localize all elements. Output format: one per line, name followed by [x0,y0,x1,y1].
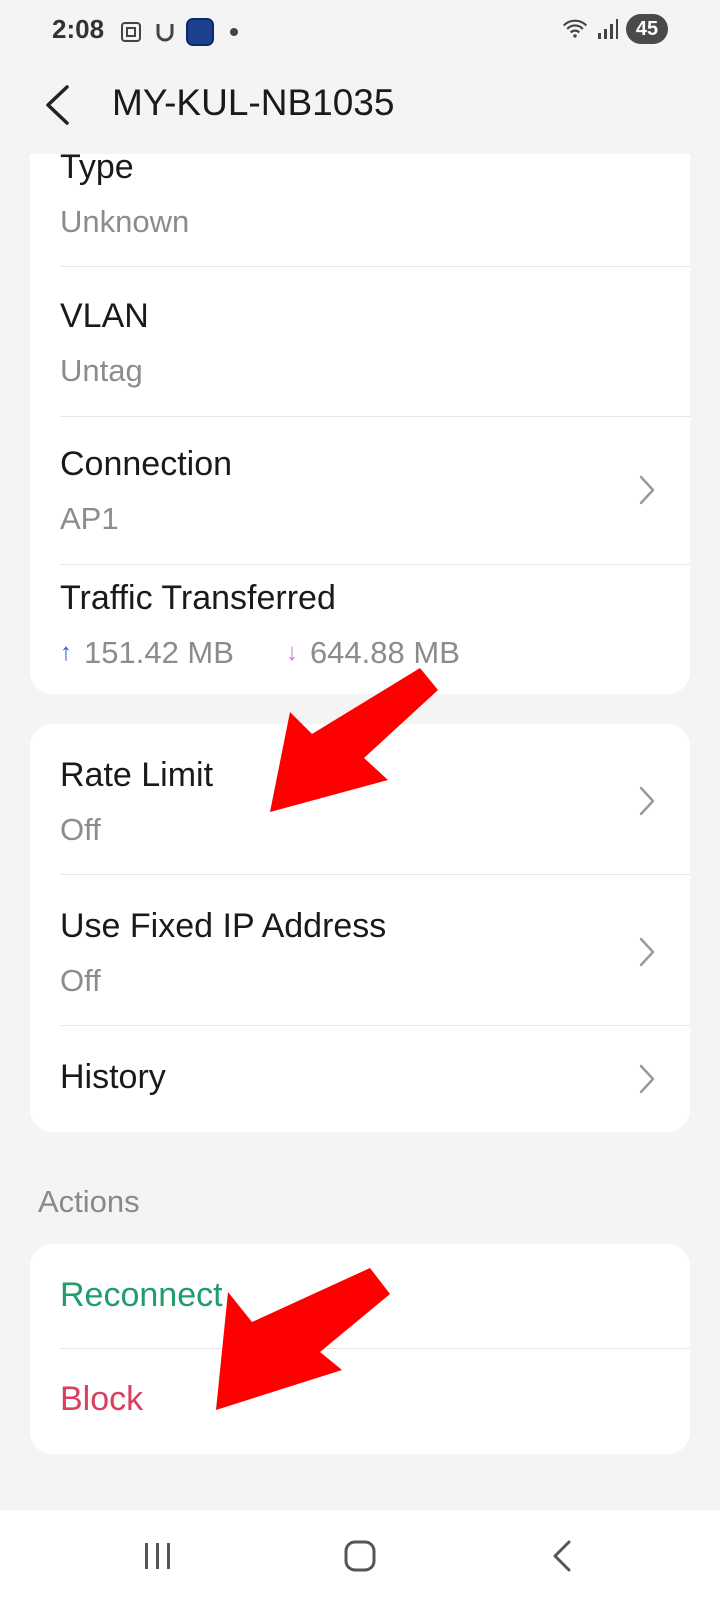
upload-arrow-icon: ↑ [60,639,72,666]
system-navigation-bar [0,1510,720,1600]
chevron-right-icon [639,786,655,816]
vlan-value: Untag [60,353,143,388]
annotation-arrow-icon [216,1268,390,1410]
magnet-icon [152,19,178,45]
chevron-right-icon [639,1064,655,1094]
signal-icon [594,16,620,42]
traffic-values: ↑ 151.42 MB ↓ 644.88 MB [60,635,460,671]
rate-limit-label: Rate Limit [60,756,214,794]
vlan-row: VLAN Untag [30,267,690,417]
wifi-icon [562,16,588,42]
traffic-label: Traffic Transferred [60,579,336,617]
app-notification-icon [186,18,214,46]
device-details-screen: 2:08 45 MY-KUL-NB1035 Type Unknown VLAN … [0,0,720,1600]
fixed-ip-value: Off [60,963,101,998]
recent-apps-icon [145,1543,170,1569]
back-nav-button[interactable] [538,1532,586,1580]
status-time: 2:08 [52,14,105,44]
history-row[interactable]: History [30,1026,690,1132]
history-label: History [60,1058,166,1096]
back-icon [553,1540,571,1572]
chevron-left-icon [46,85,69,125]
download-arrow-icon: ↓ [285,639,298,666]
type-value: Unknown [60,204,190,239]
recent-apps-button[interactable] [134,1532,182,1580]
screenshot-icon [118,19,144,45]
download-value: 644.88 MB [309,635,460,670]
vlan-label: VLAN [60,297,149,335]
actions-section-label: Actions [38,1184,140,1219]
chevron-right-icon [639,937,655,967]
back-button[interactable] [34,82,80,128]
app-bar: MY-KUL-NB1035 [0,64,720,154]
connection-label: Connection [60,445,233,483]
block-button[interactable]: Block [60,1380,143,1419]
status-bar: 2:08 45 [0,0,720,64]
device-details-card: Type Unknown VLAN Untag Connection AP1 T… [30,154,690,694]
page-title: MY-KUL-NB1035 [112,82,395,123]
fixed-ip-label: Use Fixed IP Address [60,907,387,945]
battery-indicator: 45 [626,14,668,44]
reconnect-button[interactable]: Reconnect [60,1276,223,1315]
connection-value: AP1 [60,501,119,536]
home-icon [344,1540,376,1572]
type-row: Type Unknown [30,154,690,268]
home-button[interactable] [336,1532,384,1580]
fixed-ip-row[interactable]: Use Fixed IP Address Off [30,875,690,1025]
annotation-arrow-icon [270,668,438,812]
rate-limit-value: Off [60,812,101,847]
upload-value: 151.42 MB [84,635,234,670]
more-notifications-dot [230,28,238,36]
chevron-right-icon [639,475,655,505]
connection-row[interactable]: Connection AP1 [30,417,690,565]
type-label: Type [60,154,134,186]
